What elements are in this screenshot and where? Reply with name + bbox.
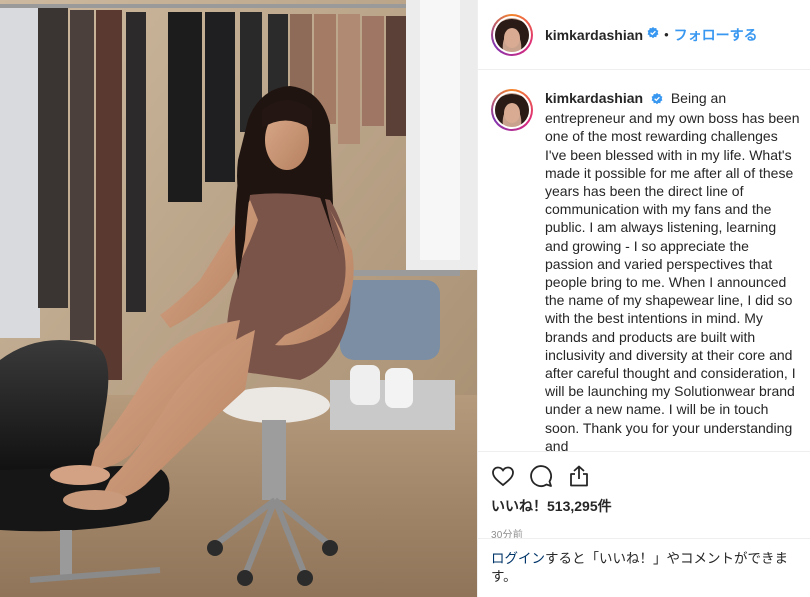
post-photo[interactable] xyxy=(0,0,477,597)
caption-body: Being an entrepreneur and my own boss ha… xyxy=(545,90,800,451)
caption-username[interactable]: kimkardashian xyxy=(545,90,643,106)
verified-badge-icon xyxy=(647,26,659,44)
post-sidebar: kimkardashian • フォローする kimkardashian Bei… xyxy=(477,0,810,597)
action-icons xyxy=(478,452,810,492)
follow-button[interactable]: フォローする xyxy=(674,25,758,45)
avatar[interactable] xyxy=(491,13,533,56)
avatar-image xyxy=(495,17,529,52)
caption-text: kimkardashian Being an entrepreneur and … xyxy=(545,89,801,451)
login-prompt: ログインすると「いいね！」やコメントができます。 xyxy=(478,538,810,586)
login-link[interactable]: ログイン xyxy=(491,551,545,566)
caption-avatar[interactable] xyxy=(491,89,533,131)
caption-section: kimkardashian Being an entrepreneur and … xyxy=(478,71,810,451)
comment-icon[interactable] xyxy=(529,464,553,488)
post-username[interactable]: kimkardashian xyxy=(545,27,643,43)
post-image xyxy=(0,0,477,597)
post-header: kimkardashian • フォローする xyxy=(478,0,810,70)
post-actions: いいね！513,295件 30分前 ログインすると「いいね！」やコメントができま… xyxy=(478,451,810,597)
verified-badge-icon xyxy=(651,91,663,109)
heart-icon[interactable] xyxy=(491,464,515,488)
separator-dot: • xyxy=(664,27,669,42)
caption-avatar-image xyxy=(495,93,529,127)
like-count[interactable]: いいね！513,295件 xyxy=(478,492,810,516)
share-icon[interactable] xyxy=(567,464,591,488)
